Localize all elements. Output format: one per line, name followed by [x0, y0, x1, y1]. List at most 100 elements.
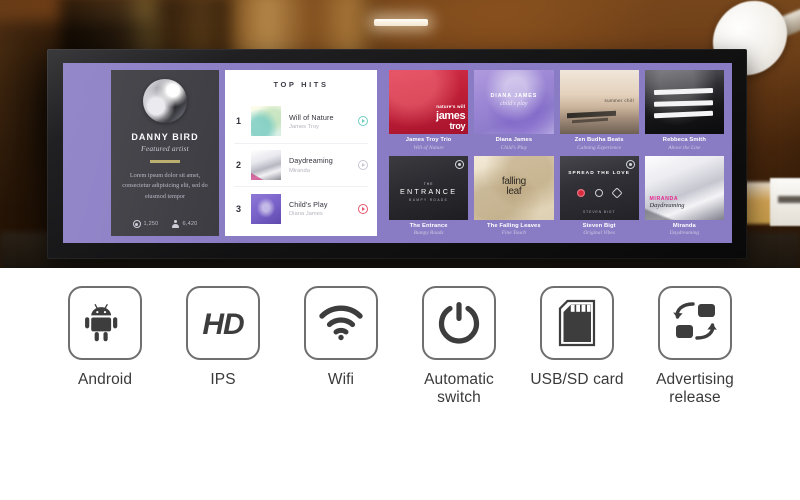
- list-item[interactable]: 3 Child's Play Diana James: [234, 187, 368, 230]
- background-box-label: [778, 196, 800, 203]
- album-caption: Steven Bigt Original Vibes: [560, 220, 639, 237]
- cover-stripe: [654, 110, 713, 119]
- stretched-bar-display: DANNY BIRD Featured artist Lorem ipsum d…: [47, 49, 747, 259]
- feature-label: Advertising release: [656, 371, 734, 407]
- album-cover: nature's will james troy: [389, 70, 469, 134]
- album-cover: summer chill: [559, 70, 639, 134]
- artist-role: Featured artist: [141, 144, 189, 153]
- album-caption: The Entrance Bumpy Roads: [389, 220, 468, 237]
- track-meta: Daydreaming Miranda: [289, 156, 350, 174]
- album-cover: MIRANDA Daydreaming: [644, 155, 724, 220]
- cover-line-1: ENTRANCE: [400, 187, 458, 197]
- product-photo-scene: DANNY BIRD Featured artist Lorem ipsum d…: [0, 0, 800, 268]
- feature-label: Automatic switch: [424, 371, 494, 407]
- album-tile[interactable]: Rebbeca Smith Above the Line: [644, 70, 724, 151]
- album-title: The Entrance: [409, 222, 448, 229]
- track-artwork: [251, 150, 281, 180]
- album-title: Rebbeca Smith: [662, 137, 706, 143]
- play-badge-icon[interactable]: [455, 159, 465, 169]
- top-hits-title: TOP HITS: [273, 80, 329, 89]
- cover-line-1: DIANA JAMES: [490, 93, 538, 100]
- feature-icon-box: [304, 286, 378, 360]
- followers-icon: [172, 220, 180, 228]
- album-title: Zen Budha Beats: [574, 137, 624, 143]
- play-icon[interactable]: [358, 116, 368, 127]
- track-artist: James Troy: [289, 124, 319, 131]
- album-title: The Falling Leaves: [487, 222, 541, 229]
- feature-advertising-release: Advertising release: [647, 286, 743, 408]
- album-tile[interactable]: DIANA JAMES child's play Diana James Chi…: [474, 70, 554, 151]
- cover-icon-row: [560, 187, 639, 199]
- feature-android: Android: [57, 286, 153, 389]
- album-subtitle: Above the Line: [668, 144, 701, 151]
- album-caption: Miranda Daydreaming: [645, 220, 724, 237]
- album-subtitle: Daydreaming: [669, 230, 700, 236]
- cover-stripe: [654, 99, 713, 106]
- divider: [150, 160, 180, 163]
- album-tile[interactable]: nature's will james troy James Troy Trio…: [389, 70, 469, 151]
- feature-usb-sd-card: USB/SD card: [529, 286, 625, 389]
- album-caption: The Falling Leaves Fine Touch: [474, 220, 553, 237]
- album-subtitle: Bumpy Roads: [413, 230, 444, 236]
- artist-stats: 1,250 6,420: [132, 212, 198, 228]
- feature-icon-box: [540, 286, 614, 360]
- album-cover: SPREAD THE LOVE STEVEN BIGT: [559, 155, 639, 220]
- feature-icon-box: [658, 286, 732, 360]
- album-caption: James Troy Trio Will of Nature: [389, 134, 468, 151]
- track-artist: Miranda: [289, 167, 310, 174]
- play-icon[interactable]: [358, 203, 368, 214]
- cover-line-0: THE: [423, 182, 434, 187]
- svg-text:HD: HD: [202, 308, 244, 340]
- album-tile[interactable]: summer chill Zen Budha Beats Calming Exp…: [559, 70, 639, 151]
- ceiling-light-strip: [374, 19, 428, 26]
- feature-icon-box: [422, 286, 496, 360]
- album-tile[interactable]: THE ENTRANCE BUMPY ROADS The Entrance Bu…: [389, 155, 469, 237]
- track-rank: 3: [235, 203, 241, 214]
- feature-list: Android HD IPS Wifi Automatic switch USB…: [0, 268, 800, 500]
- album-caption: Rebbeca Smith Above the Line: [645, 134, 724, 151]
- play-icon[interactable]: [358, 160, 368, 170]
- album-subtitle: Will of Nature: [413, 144, 444, 151]
- stat-value: 6,420: [182, 221, 198, 227]
- stat-value: 1,250: [143, 221, 159, 227]
- play-badge-icon[interactable]: [625, 159, 635, 169]
- album-caption: Zen Budha Beats Calming Experience: [560, 134, 639, 151]
- cover-stripe: [654, 88, 713, 95]
- album-cover: [644, 70, 724, 134]
- album-caption: Diana James Child's Play: [474, 134, 553, 151]
- track-rank: 1: [235, 116, 241, 127]
- list-item[interactable]: 1 Will of Nature James Troy: [234, 100, 368, 144]
- artist-bio: Lorem ipsum dolor sit amet, consectetur …: [122, 171, 208, 201]
- wifi-icon: [319, 305, 363, 341]
- feature-label: USB/SD card: [530, 371, 624, 388]
- screen-content: DANNY BIRD Featured artist Lorem ipsum d…: [63, 63, 732, 243]
- list-item[interactable]: 2 Daydreaming Miranda: [234, 144, 368, 188]
- pier-shadow: [572, 118, 609, 124]
- feature-icon-box: HD: [186, 286, 260, 360]
- featured-artist-card[interactable]: DANNY BIRD Featured artist Lorem ipsum d…: [111, 70, 219, 236]
- album-subtitle: Calming Experience: [577, 144, 622, 151]
- cover-line-2: Daydreaming: [649, 202, 685, 210]
- cover-line-1: SPREAD THE LOVE: [568, 170, 631, 176]
- android-icon: [85, 304, 118, 342]
- power-icon: [438, 302, 480, 344]
- album-cover: THE ENTRANCE BUMPY ROADS: [389, 155, 469, 220]
- album-subtitle: Original Vibes: [583, 230, 615, 236]
- album-tile[interactable]: SPREAD THE LOVE STEVEN BIGT Steven Bigt …: [559, 155, 639, 237]
- album-subtitle: Child's Play: [500, 144, 528, 151]
- feature-wifi: Wifi: [293, 286, 389, 389]
- track-title: Daydreaming: [289, 156, 333, 166]
- album-tile[interactable]: falling leaf The Falling Leaves Fine Tou…: [474, 155, 554, 237]
- album-cover: DIANA JAMES child's play: [474, 70, 554, 134]
- album-cover: falling leaf: [474, 155, 554, 220]
- album-subtitle: Fine Touch: [501, 230, 526, 236]
- feature-automatic-switch: Automatic switch: [411, 286, 507, 408]
- cover-line-2: STEVEN BIGT: [582, 210, 616, 215]
- album-tile[interactable]: MIRANDA Daydreaming Miranda Daydreaming: [644, 155, 724, 237]
- feature-label: Android: [77, 371, 133, 388]
- track-artwork: [251, 193, 281, 224]
- feature-label: IPS: [210, 371, 236, 388]
- circle-icon: [595, 188, 604, 197]
- cover-line-2: BUMPY ROADS: [409, 198, 449, 203]
- track-rank: 2: [235, 160, 241, 170]
